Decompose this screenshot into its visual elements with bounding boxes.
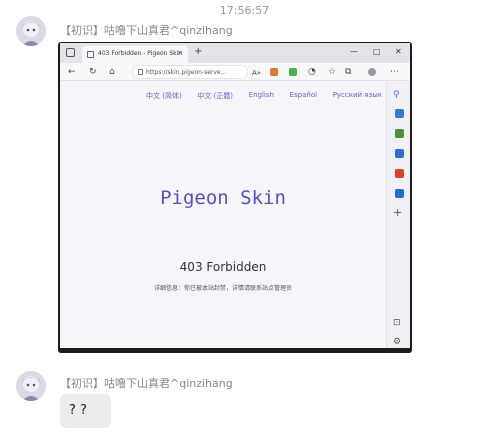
message-bubble[interactable]: ? ? bbox=[60, 394, 111, 428]
extension-icon[interactable] bbox=[289, 68, 297, 76]
back-icon[interactable]: ← bbox=[68, 66, 76, 78]
refresh-icon[interactable]: ↻ bbox=[89, 66, 97, 78]
web-page: 中文 (简体) 中文 (正體) English Español Русский … bbox=[60, 82, 386, 348]
browser-window: 403 Forbidden - Pigeon Skin × + — □ ✕ ← … bbox=[60, 43, 410, 348]
sender-name: 【初识】咕噜下山真君^qinzihang bbox=[60, 377, 233, 390]
browser-sidebar: ⚲ + ⊡ ⚙ bbox=[386, 82, 410, 348]
home-icon[interactable]: ⌂ bbox=[109, 66, 115, 78]
add-icon[interactable]: + bbox=[393, 207, 402, 218]
tab-strip: 403 Forbidden - Pigeon Skin × + — □ ✕ bbox=[60, 43, 410, 63]
message-text: ? ? bbox=[69, 403, 87, 418]
message-timestamp: 17:56:57 bbox=[219, 4, 270, 17]
language-link[interactable]: 中文 (简体) bbox=[146, 91, 182, 101]
close-tab-icon[interactable]: × bbox=[177, 49, 183, 57]
browser-essentials-icon[interactable]: ◔ bbox=[308, 66, 316, 78]
minimize-button[interactable]: — bbox=[350, 47, 358, 56]
language-link[interactable]: English bbox=[249, 91, 274, 101]
language-link[interactable]: Русский язык bbox=[333, 91, 382, 101]
chat-window: 17:56:57 【初识】咕噜下山真君^qinzihang 403 Forbid… bbox=[0, 0, 489, 438]
office-icon[interactable] bbox=[395, 169, 404, 178]
sender-name: 【初识】咕噜下山真君^qinzihang bbox=[60, 24, 233, 37]
avatar[interactable] bbox=[16, 16, 46, 46]
new-tab-button[interactable]: + bbox=[194, 46, 202, 57]
read-aloud-icon[interactable]: A» bbox=[252, 67, 261, 79]
outlook-icon[interactable] bbox=[395, 189, 404, 198]
briefcase-icon[interactable] bbox=[395, 129, 404, 138]
screenshot-image[interactable]: 403 Forbidden - Pigeon Skin × + — □ ✕ ← … bbox=[58, 42, 412, 353]
language-link[interactable]: Español bbox=[290, 91, 317, 101]
language-link[interactable]: 中文 (正體) bbox=[197, 91, 233, 101]
site-logo: Pigeon Skin bbox=[160, 187, 286, 209]
address-bar[interactable]: https://skin.pigeon-serve... bbox=[132, 65, 248, 79]
error-title: 403 Forbidden bbox=[179, 260, 267, 274]
close-window-button[interactable]: ✕ bbox=[395, 47, 402, 56]
avatar[interactable] bbox=[16, 371, 46, 401]
hide-sidebar-icon[interactable]: ⊡ bbox=[393, 318, 401, 328]
tag-icon[interactable] bbox=[395, 109, 404, 118]
lock-icon bbox=[138, 69, 143, 75]
extension-icon[interactable] bbox=[270, 68, 278, 76]
tab-title: 403 Forbidden - Pigeon Skin bbox=[98, 50, 183, 57]
browser-toolbar: ← ↻ ⌂ https://skin.pigeon-serve... A» ◔ … bbox=[60, 63, 410, 81]
collections-icon[interactable]: ⧉ bbox=[345, 66, 351, 78]
browser-tab[interactable]: 403 Forbidden - Pigeon Skin × bbox=[82, 46, 188, 63]
profile-icon[interactable] bbox=[368, 68, 376, 76]
games-icon[interactable] bbox=[395, 149, 404, 158]
maximize-button[interactable]: □ bbox=[373, 47, 381, 56]
page-favicon-icon bbox=[87, 51, 94, 58]
error-detail: 详细信息：你已被本站封禁，详情请联系站点管理员 bbox=[153, 285, 292, 292]
tab-actions-icon[interactable] bbox=[66, 48, 75, 57]
language-menu: 中文 (简体) 中文 (正體) English Español Русский … bbox=[146, 91, 382, 101]
favorites-icon[interactable]: ☆ bbox=[328, 66, 336, 78]
address-text: https://skin.pigeon-serve... bbox=[146, 69, 227, 76]
search-icon[interactable]: ⚲ bbox=[393, 90, 400, 100]
more-icon[interactable]: ⋯ bbox=[390, 66, 399, 78]
settings-icon[interactable]: ⚙ bbox=[393, 337, 401, 347]
